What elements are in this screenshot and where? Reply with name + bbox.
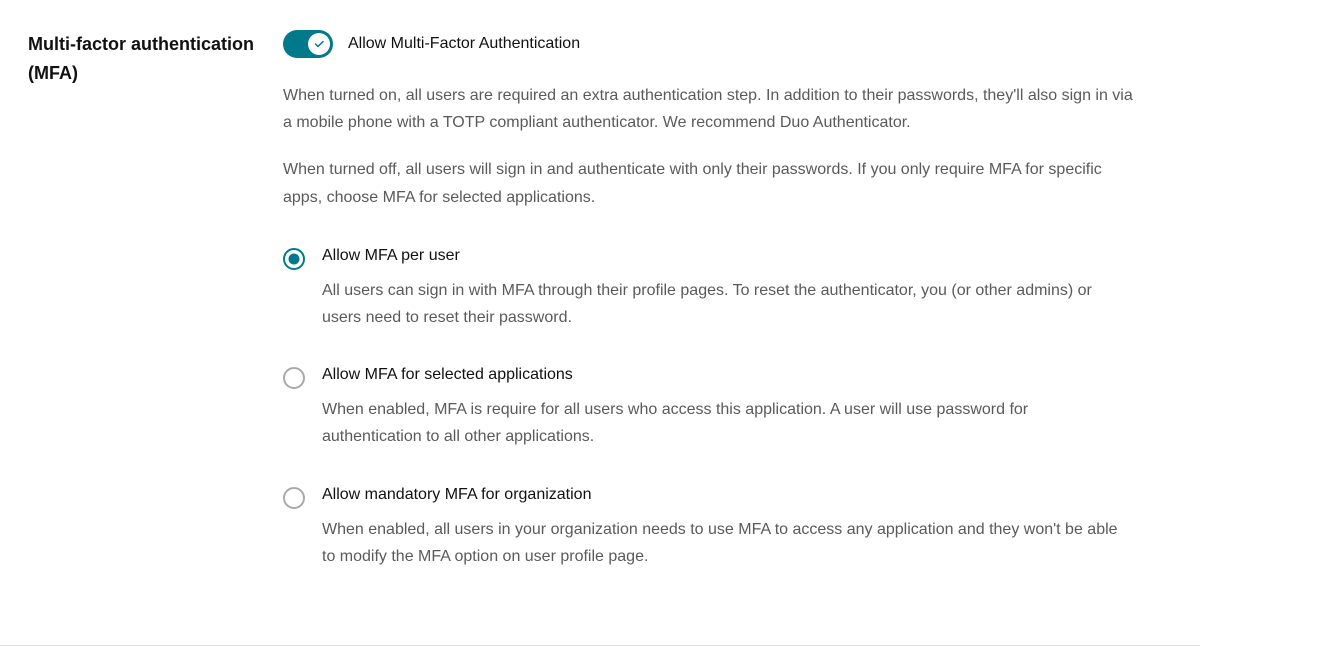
- check-icon: [313, 38, 325, 50]
- mfa-description-on: When turned on, all users are required a…: [283, 82, 1140, 136]
- mfa-option-mandatory-org: Allow mandatory MFA for organization Whe…: [283, 486, 1140, 570]
- mfa-settings-section: Multi-factor authentication (MFA) Allow …: [0, 30, 1200, 646]
- radio-mandatory-org[interactable]: [283, 487, 305, 509]
- radio-per-user[interactable]: [283, 248, 305, 270]
- mfa-toggle-row: Allow Multi-Factor Authentication: [283, 30, 1140, 58]
- mfa-toggle[interactable]: [283, 30, 333, 58]
- radio-desc-mandatory-org: When enabled, all users in your organiza…: [322, 516, 1132, 570]
- radio-desc-selected-apps: When enabled, MFA is require for all use…: [322, 396, 1132, 450]
- section-right-column: Allow Multi-Factor Authentication When t…: [283, 30, 1200, 605]
- radio-text-block: Allow mandatory MFA for organization Whe…: [322, 486, 1140, 570]
- radio-selected-apps[interactable]: [283, 367, 305, 389]
- mfa-option-per-user: Allow MFA per user All users can sign in…: [283, 247, 1140, 331]
- mfa-toggle-knob: [308, 33, 330, 55]
- mfa-toggle-label: Allow Multi-Factor Authentication: [348, 35, 580, 53]
- radio-text-block: Allow MFA for selected applications When…: [322, 366, 1140, 450]
- section-left-column: Multi-factor authentication (MFA): [28, 30, 283, 605]
- mfa-options-group: Allow MFA per user All users can sign in…: [283, 247, 1140, 570]
- radio-label-per-user: Allow MFA per user: [322, 247, 1140, 265]
- radio-text-block: Allow MFA per user All users can sign in…: [322, 247, 1140, 331]
- radio-desc-per-user: All users can sign in with MFA through t…: [322, 277, 1132, 331]
- mfa-option-selected-apps: Allow MFA for selected applications When…: [283, 366, 1140, 450]
- section-title: Multi-factor authentication (MFA): [28, 30, 263, 88]
- radio-label-selected-apps: Allow MFA for selected applications: [322, 366, 1140, 384]
- mfa-description-off: When turned off, all users will sign in …: [283, 156, 1140, 210]
- radio-label-mandatory-org: Allow mandatory MFA for organization: [322, 486, 1140, 504]
